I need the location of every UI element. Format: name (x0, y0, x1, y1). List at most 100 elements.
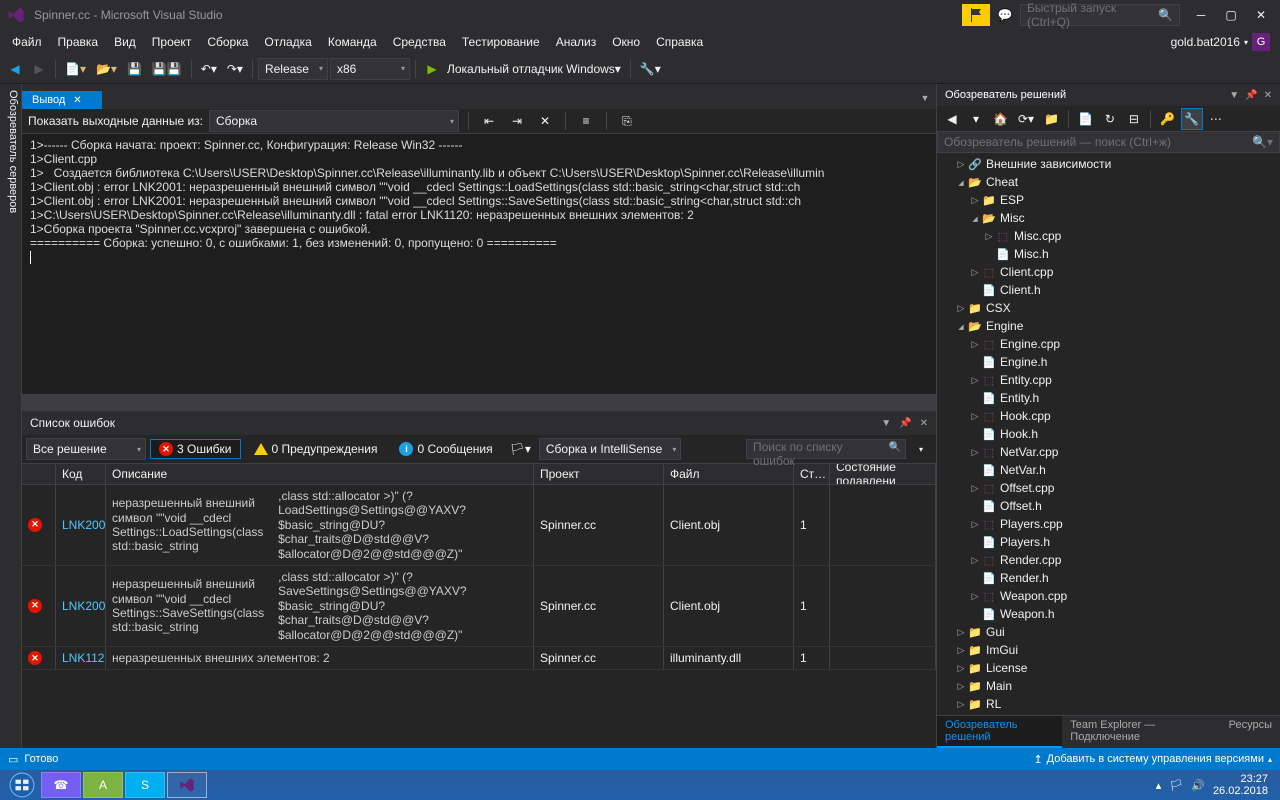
se-properties-button[interactable]: 🔑 (1156, 108, 1179, 130)
tree-arrow-icon[interactable] (955, 177, 967, 187)
tree-node[interactable]: 📁 CSX (937, 299, 1280, 317)
build-intellisense-select[interactable]: Сборка и IntelliSense (539, 438, 681, 460)
tree-node[interactable]: 📁 License (937, 659, 1280, 677)
se-more-button[interactable]: ⋯ (1205, 108, 1227, 130)
tree-node[interactable]: 📁 Gui (937, 623, 1280, 641)
tree-node[interactable]: ⬚ Render.cpp (937, 551, 1280, 569)
tab-solution-explorer[interactable]: Обозреватель решений (937, 716, 1062, 748)
minimize-button[interactable]: ─ (1186, 4, 1216, 26)
col-line[interactable]: Ст… (794, 464, 830, 484)
menu-Команда[interactable]: Команда (320, 32, 385, 52)
tree-node[interactable]: 📄 Engine.h (937, 353, 1280, 371)
se-close-icon[interactable]: ✕ (1264, 90, 1272, 101)
tray-sound-icon[interactable]: 🔊 (1191, 779, 1205, 792)
tree-arrow-icon[interactable] (969, 555, 981, 566)
error-row[interactable]: ✕ LNK2001 неразрешенный внешний символ "… (22, 566, 936, 647)
tree-arrow-icon[interactable] (969, 339, 981, 350)
output-extra-button[interactable]: ⎘ (616, 110, 638, 132)
new-project-button[interactable]: 📄▾ (61, 58, 90, 80)
output-hscroll[interactable] (22, 394, 936, 410)
error-list-dropdown-icon[interactable]: ▼ (881, 418, 891, 429)
tree-node[interactable]: 🔗 Внешние зависимости (937, 155, 1280, 173)
se-sync-button[interactable]: ⟳▾ (1014, 108, 1038, 130)
errors-filter[interactable]: ✕3 Ошибки (150, 439, 241, 459)
tray-up-icon[interactable]: ▴ (1156, 779, 1162, 792)
vcs-add-button[interactable]: ↥ Добавить в систему управления версиями… (1033, 753, 1272, 766)
col-supp[interactable]: Состояние подавлени (830, 464, 936, 484)
quick-launch-input[interactable]: Быстрый запуск (Ctrl+Q) 🔍 (1020, 4, 1180, 26)
error-code[interactable]: LNK2001 (62, 599, 106, 613)
tree-node[interactable]: 📁 RL (937, 695, 1280, 713)
se-collapse-button[interactable]: ⊟ (1123, 108, 1145, 130)
toolbar-extra-button[interactable]: 🔧▾ (636, 58, 665, 80)
output-text[interactable]: 1>------ Сборка начата: проект: Spinner.… (22, 134, 936, 394)
tree-node[interactable]: ⬚ Misc.cpp (937, 227, 1280, 245)
error-row[interactable]: ✕ LNK2001 неразрешенный внешний символ "… (22, 485, 936, 566)
tree-arrow-icon[interactable] (969, 591, 981, 602)
tree-arrow-icon[interactable] (955, 699, 967, 710)
se-scope-button[interactable]: 📁 (1040, 108, 1063, 130)
tray-flag-icon[interactable]: 🏳 (1169, 779, 1183, 792)
tree-arrow-icon[interactable] (969, 411, 981, 422)
tab-team-explorer[interactable]: Team Explorer — Подключение (1062, 716, 1220, 748)
se-refresh-button[interactable]: ↻ (1099, 108, 1121, 130)
messages-filter[interactable]: i0 Сообщения (390, 439, 501, 459)
tree-arrow-icon[interactable] (955, 321, 967, 331)
taskbar-viber[interactable]: ☎ (41, 772, 81, 798)
menu-Справка[interactable]: Справка (648, 32, 711, 52)
output-prev-button[interactable]: ⇤ (478, 110, 500, 132)
start-button[interactable] (4, 771, 40, 799)
tree-arrow-icon[interactable] (969, 483, 981, 494)
tree-node[interactable]: 📂 Misc (937, 209, 1280, 227)
error-search-input[interactable]: Поиск по списку ошибок (746, 439, 906, 459)
tree-node[interactable]: 📂 Engine (937, 317, 1280, 335)
menu-Сборка[interactable]: Сборка (199, 32, 256, 52)
tree-arrow-icon[interactable] (969, 267, 981, 278)
platform-select[interactable]: x86 (330, 58, 410, 80)
se-showall-button[interactable]: 📄 (1074, 108, 1097, 130)
tree-arrow-icon[interactable] (983, 231, 995, 242)
save-all-button[interactable]: 💾💾 (148, 58, 186, 80)
menu-Отладка[interactable]: Отладка (256, 32, 319, 52)
tree-node[interactable]: 📄 Misc.h (937, 245, 1280, 263)
output-next-button[interactable]: ⇥ (506, 110, 528, 132)
output-wrap-button[interactable]: ≡ (575, 110, 597, 132)
error-list-close-icon[interactable]: ✕ (920, 418, 928, 429)
open-file-button[interactable]: 📂▾ (92, 58, 121, 80)
undo-button[interactable]: ↶▾ (197, 58, 221, 80)
tree-arrow-icon[interactable] (955, 663, 967, 674)
debug-target-select[interactable]: Локальный отладчик Windows ▾ (445, 58, 625, 80)
tab-resources[interactable]: Ресурсы (1221, 716, 1280, 748)
taskbar-skype[interactable]: S (125, 772, 165, 798)
error-search-drop[interactable]: ▾ (910, 438, 932, 460)
output-window-menu[interactable]: ▼ (914, 87, 936, 109)
error-row[interactable]: ✕ LNK1120 неразрешенных внешних элементо… (22, 647, 936, 670)
tree-node[interactable]: ⬚ Client.cpp (937, 263, 1280, 281)
se-fwd-button[interactable]: ▾ (965, 108, 987, 130)
se-home-button[interactable]: 🏠 (989, 108, 1012, 130)
warnings-filter[interactable]: 0 Предупреждения (245, 439, 387, 459)
tree-arrow-icon[interactable] (955, 303, 967, 314)
solution-tree[interactable]: 🔗 Внешние зависимости 📂 Cheat 📁 ESP 📂 Mi… (937, 153, 1280, 715)
tree-node[interactable]: 📂 Cheat (937, 173, 1280, 191)
se-pin-icon[interactable]: 📌 (1245, 90, 1257, 101)
output-source-select[interactable]: Сборка (209, 110, 459, 132)
col-code[interactable]: Код (56, 464, 106, 484)
tree-node[interactable]: ⬚ Engine.cpp (937, 335, 1280, 353)
tree-arrow-icon[interactable] (955, 681, 967, 692)
menu-Средства[interactable]: Средства (385, 32, 454, 52)
tree-arrow-icon[interactable] (969, 213, 981, 223)
redo-button[interactable]: ↷▾ (223, 58, 247, 80)
output-clear-button[interactable]: ✕ (534, 110, 556, 132)
tree-node[interactable]: 📄 Offset.h (937, 497, 1280, 515)
error-code[interactable]: LNK2001 (62, 518, 106, 532)
tree-arrow-icon[interactable] (955, 645, 967, 656)
start-debug-button[interactable]: ▶ (421, 58, 443, 80)
se-search-input[interactable]: Обозреватель решений — поиск (Ctrl+ж) 🔍▾ (937, 131, 1280, 153)
save-button[interactable]: 💾 (123, 58, 146, 80)
menu-Файл[interactable]: Файл (4, 32, 50, 52)
nav-fwd-button[interactable]: ▶ (28, 58, 50, 80)
server-explorer-dock[interactable]: Обозреватель серверов (0, 84, 22, 748)
error-scope-select[interactable]: Все решение (26, 438, 146, 460)
tree-node[interactable]: 📁 ImGui (937, 641, 1280, 659)
